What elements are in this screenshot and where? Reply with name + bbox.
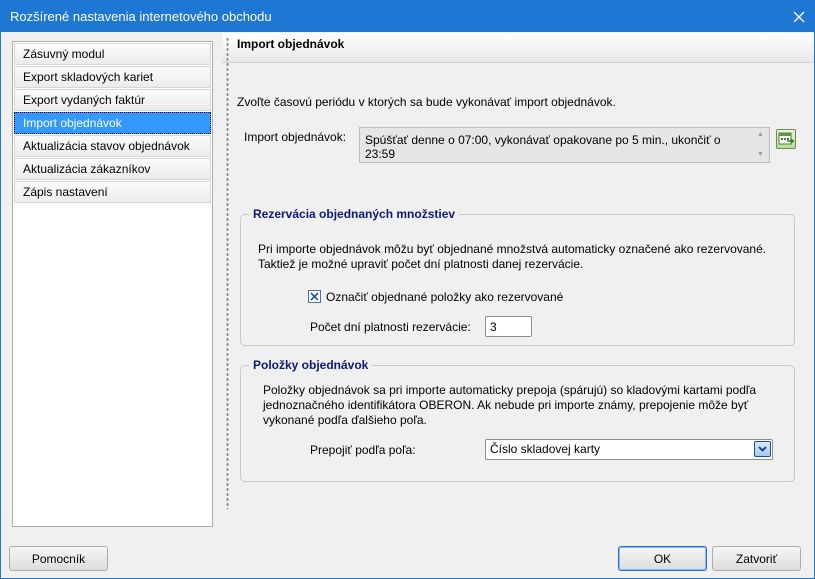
nav-item-update-order-status[interactable]: Aktualizácia stavov objednávok	[14, 135, 211, 157]
intro-text: Zvoľte časovú periódu v ktorých sa bude …	[237, 95, 616, 109]
schedule-scrollbar[interactable]: ▲ ▼	[752, 128, 769, 162]
scroll-up-icon[interactable]: ▲	[757, 131, 764, 139]
nav-item-plugin[interactable]: Zásuvný modul	[14, 43, 211, 65]
close-button-label: Zatvoriť	[735, 551, 778, 566]
nav-item-label: Export skladových kariet	[23, 70, 154, 84]
help-button-label: Pomocník	[31, 551, 86, 566]
import-schedule-label: Import objednávok:	[244, 130, 347, 144]
nav-item-label: Zápis nastavení	[23, 185, 108, 199]
schedule-edit-icon	[778, 132, 795, 145]
reserve-items-checkbox[interactable]	[308, 290, 321, 303]
edit-schedule-button[interactable]	[776, 129, 796, 149]
settings-nav-list: Zásuvný modul Export skladových kariet E…	[12, 41, 213, 527]
help-button[interactable]: Pomocník	[9, 546, 108, 571]
reservation-description: Pri importe objednávok môžu byť objednan…	[258, 242, 767, 271]
dropdown-button[interactable]	[754, 441, 771, 457]
ok-button-label: OK	[653, 551, 672, 566]
chevron-down-icon	[758, 446, 767, 452]
nav-item-label: Zásuvný modul	[23, 47, 105, 61]
link-field-select[interactable]: Číslo skladovej karty	[485, 439, 773, 460]
order-items-description: Položky objednávok sa pri importe automa…	[263, 383, 757, 427]
close-icon	[793, 11, 805, 22]
splitter-grip[interactable]	[226, 37, 229, 509]
reserve-items-checkbox-label[interactable]: Označiť objednané položky ako rezervovan…	[326, 290, 563, 304]
link-field-value: Číslo skladovej karty	[490, 442, 601, 456]
nav-item-label: Aktualizácia zákazníkov	[23, 162, 151, 176]
ok-button[interactable]: OK	[618, 546, 707, 571]
close-button[interactable]: Zatvoriť	[712, 546, 801, 571]
reservation-group-title: Rezervácia objednaných množstiev	[249, 207, 460, 221]
scroll-down-icon[interactable]: ▼	[757, 151, 764, 159]
page-title: Import objednávok	[237, 37, 345, 51]
checkbox-check-icon	[310, 292, 319, 301]
nav-item-label: Export vydaných faktúr	[23, 93, 146, 107]
close-window-button[interactable]	[784, 1, 814, 32]
nav-item-update-customers[interactable]: Aktualizácia zákazníkov	[14, 158, 211, 180]
link-field-label: Prepojiť podľa poľa:	[310, 443, 416, 457]
order-items-group-title: Položky objednávok	[249, 358, 373, 372]
reservation-days-label: Počet dní platnosti rezervácie:	[310, 320, 471, 334]
nav-item-label: Import objednávok	[23, 116, 122, 130]
nav-item-import-orders[interactable]: Import objednávok	[14, 112, 211, 134]
window-title: Rozšírené nastavenia internetového obcho…	[10, 9, 272, 24]
nav-item-save-settings[interactable]: Zápis nastavení	[14, 181, 211, 203]
schedule-textbox[interactable]: Spúšťať denne o 07:00, vykonávať opakova…	[359, 127, 770, 163]
nav-item-label: Aktualizácia stavov objednávok	[23, 139, 190, 153]
title-bar[interactable]: Rozšírené nastavenia internetového obcho…	[1, 1, 814, 32]
schedule-text: Spúšťať denne o 07:00, vykonávať opakova…	[365, 133, 721, 161]
dialog-window: Rozšírené nastavenia internetového obcho…	[0, 0, 815, 579]
nav-item-export-stock-cards[interactable]: Export skladových kariet	[14, 66, 211, 88]
reservation-days-input[interactable]	[485, 316, 532, 337]
nav-item-export-invoices[interactable]: Export vydaných faktúr	[14, 89, 211, 111]
